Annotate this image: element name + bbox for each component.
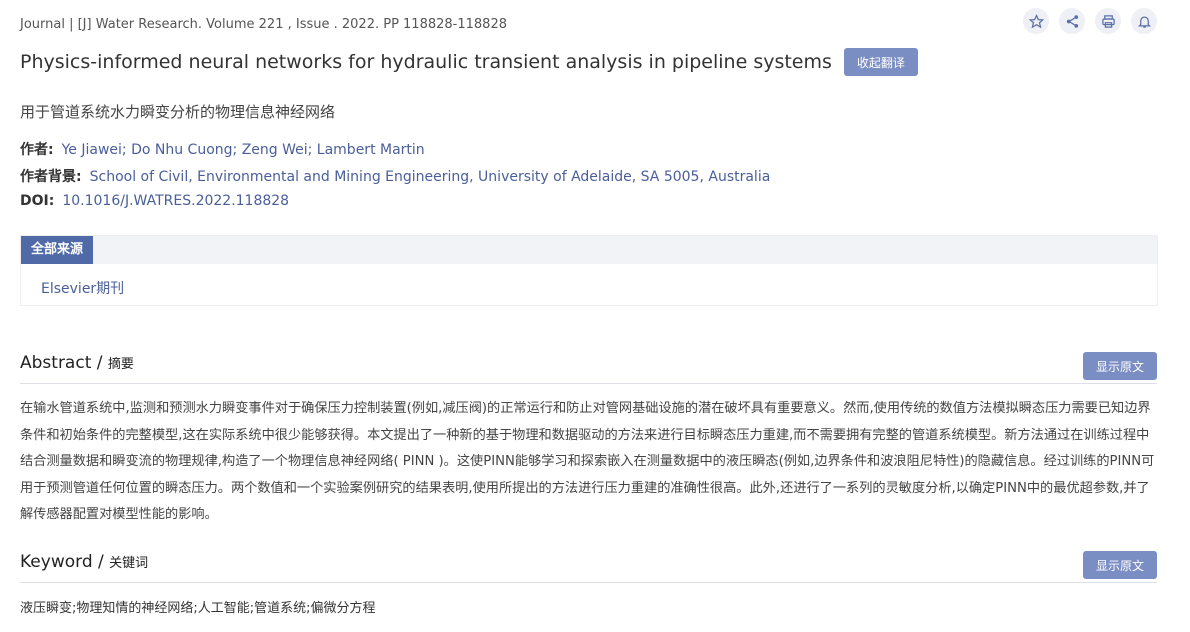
translated-title: 用于管道系统水力瞬变分析的物理信息神经网络 bbox=[20, 103, 336, 121]
affiliation-label: 作者背景: bbox=[20, 169, 82, 185]
abstract-text: 在输水管道系统中,监测和预测水力瞬变事件对于确保压力控制装置(例如,减压阀)的正… bbox=[20, 401, 1155, 522]
keyword-title-cn: 关键词 bbox=[109, 556, 149, 571]
authors-label: 作者: bbox=[20, 142, 54, 158]
keyword-header: Keyword / 关键词 显示原文 bbox=[20, 551, 1157, 583]
abstract-title-en: Abstract / bbox=[20, 353, 108, 373]
star-icon[interactable] bbox=[1023, 8, 1049, 34]
doi-row: DOI: 10.1016/J.WATRES.2022.118828 bbox=[20, 193, 289, 209]
authors-value[interactable]: Ye Jiawei; Do Nhu Cuong; Zeng Wei; Lambe… bbox=[62, 142, 425, 158]
keyword-list: 液压瞬变;物理知情的神经网络;人工智能;管道系统;偏微分方程 bbox=[20, 601, 376, 616]
doi-label: DOI: bbox=[20, 193, 55, 209]
keyword-title-en: Keyword / bbox=[20, 552, 110, 572]
keyword-show-original-button[interactable]: 显示原文 bbox=[1083, 551, 1157, 579]
doi-value[interactable]: 10.1016/J.WATRES.2022.118828 bbox=[62, 193, 289, 209]
tab-all-sources[interactable]: 全部来源 bbox=[21, 236, 94, 264]
sources-panel: 全部来源 Elsevier期刊 bbox=[20, 235, 1158, 306]
print-icon[interactable] bbox=[1095, 8, 1121, 34]
abstract-title: Abstract / 摘要 bbox=[20, 353, 134, 373]
journal-meta: Journal | [J] Water Research. Volume 221… bbox=[20, 17, 507, 32]
toolbar-icons bbox=[1023, 8, 1157, 34]
keyword-title: Keyword / 关键词 bbox=[20, 552, 148, 572]
title-row: Physics-informed neural networks for hyd… bbox=[20, 48, 918, 76]
affiliation-row: 作者背景: School of Civil, Environmental and … bbox=[20, 166, 770, 186]
authors-row: 作者: Ye Jiawei; Do Nhu Cuong; Zeng Wei; La… bbox=[20, 139, 425, 159]
collapse-translation-button[interactable]: 收起翻译 bbox=[843, 48, 918, 76]
source-link[interactable]: Elsevier期刊 bbox=[41, 278, 124, 298]
page-title: Physics-informed neural networks for hyd… bbox=[20, 51, 832, 73]
abstract-header: Abstract / 摘要 显示原文 bbox=[20, 352, 1157, 384]
sources-tabbar: 全部来源 bbox=[21, 236, 1157, 264]
share-icon[interactable] bbox=[1059, 8, 1085, 34]
abstract-title-cn: 摘要 bbox=[107, 357, 134, 372]
abstract-show-original-button[interactable]: 显示原文 bbox=[1083, 352, 1157, 380]
bell-icon[interactable] bbox=[1131, 8, 1157, 34]
affiliation-value[interactable]: School of Civil, Environmental and Minin… bbox=[90, 169, 771, 185]
